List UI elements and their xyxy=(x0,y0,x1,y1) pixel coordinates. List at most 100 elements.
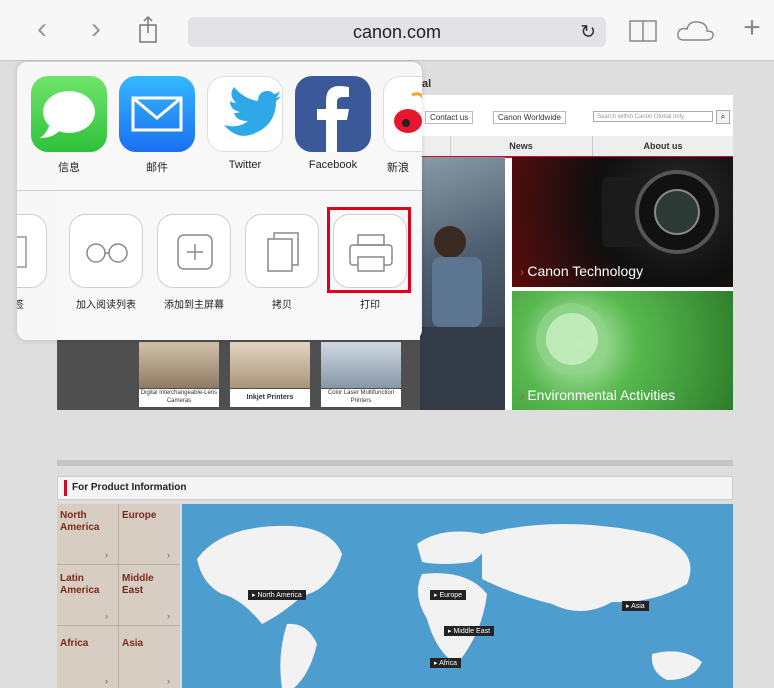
add-to-home-action[interactable] xyxy=(157,214,231,288)
laser-thumb-caption: Color Laser Multifunction Printers xyxy=(321,389,401,407)
region-label: Asia xyxy=(122,638,144,649)
twitter-app[interactable] xyxy=(207,76,283,152)
region-label: Latin America xyxy=(60,573,100,596)
reading-list-icon xyxy=(86,243,128,263)
weibo-label: 新浪 xyxy=(387,162,409,174)
messages-app[interactable] xyxy=(31,76,107,152)
inkjet-thumb[interactable] xyxy=(230,342,310,388)
menu-news[interactable]: News xyxy=(450,136,591,156)
sheet-divider xyxy=(17,190,422,191)
region-list: North America › Europe › Latin America ›… xyxy=(57,504,180,688)
share-button[interactable] xyxy=(138,14,158,44)
technology-label: › Canon Technology xyxy=(520,263,643,281)
region-label: Europe xyxy=(122,510,157,521)
camera-image xyxy=(602,170,719,254)
weibo-app[interactable] xyxy=(383,76,422,152)
twitter-label: Twitter xyxy=(228,159,262,171)
chevron-right-icon: › xyxy=(105,676,108,686)
address-bar[interactable]: canon.com ↻ xyxy=(188,17,606,47)
site-title-fragment: al xyxy=(422,78,432,90)
map-label-text: Middle East xyxy=(453,628,491,635)
mail-app[interactable] xyxy=(119,76,195,152)
map-label-text: Asia xyxy=(631,603,645,610)
chevron-right-icon: › xyxy=(105,611,108,621)
reading-list-action[interactable] xyxy=(69,214,143,288)
add-to-home-label: 添加到主屏幕 xyxy=(164,300,224,311)
new-tab-button[interactable]: + xyxy=(740,13,764,44)
map-label-africa[interactable]: ▸ Africa xyxy=(430,658,461,668)
camera-thumb[interactable] xyxy=(139,342,219,388)
mail-label: 邮件 xyxy=(146,162,168,174)
map-label-europe[interactable]: ▸ Europe xyxy=(430,590,467,600)
inkjet-thumb-caption: Inkjet Printers xyxy=(230,389,310,407)
share-icon xyxy=(139,15,157,43)
map-label-middle-east[interactable]: ▸ Middle East xyxy=(444,626,495,636)
map-label-asia[interactable]: ▸ Asia xyxy=(622,601,649,611)
camera-thumb-caption: Digital Interchangeable-Lens Cameras xyxy=(139,389,219,407)
map-label-north-america[interactable]: ▸ North America xyxy=(248,590,306,600)
map-label-text: Europe xyxy=(439,592,463,599)
region-africa[interactable]: Africa › xyxy=(57,626,119,688)
mail-icon xyxy=(131,96,183,132)
chevron-right-icon: › xyxy=(167,676,170,686)
share-sheet: 信息 邮件 Twitter Facebook 新浪 签 加入阅读列表 添加到主屏… xyxy=(17,62,422,340)
copy-icon xyxy=(267,232,299,272)
globe-leaf-image xyxy=(536,303,608,375)
header-accent-bar xyxy=(64,480,67,496)
bookmark-action[interactable] xyxy=(17,214,47,288)
map-label-text: Africa xyxy=(439,660,457,667)
region-label: North America xyxy=(60,510,100,533)
chevron-right-icon: › xyxy=(167,611,170,621)
chevron-right-icon: › xyxy=(105,550,108,560)
cloud-icon xyxy=(677,21,714,41)
forward-button[interactable]: › xyxy=(82,14,110,45)
worldwide-link[interactable]: Canon Worldwide xyxy=(493,111,566,124)
chevron-right-icon: › xyxy=(167,550,170,560)
facebook-label: Facebook xyxy=(308,159,358,171)
region-europe[interactable]: Europe › xyxy=(119,504,180,565)
product-info-title: For Product Information xyxy=(72,482,187,493)
bookmarks-button[interactable] xyxy=(628,18,658,44)
site-menu: News About us xyxy=(420,136,733,158)
add-to-home-icon xyxy=(177,234,213,270)
hero-photo[interactable] xyxy=(420,157,505,410)
environmental-activities-tile[interactable]: › Environmental Activities xyxy=(512,291,733,410)
facebook-icon xyxy=(317,86,349,152)
messages-icon xyxy=(39,91,95,138)
reload-icon[interactable]: ↻ xyxy=(580,21,596,44)
contact-link[interactable]: Contact us xyxy=(425,111,474,124)
weibo-icon xyxy=(394,92,422,133)
person-photo xyxy=(420,226,505,410)
copy-action[interactable] xyxy=(245,214,319,288)
world-map[interactable]: ▸ North America ▸ Europe ▸ Middle East ▸… xyxy=(182,504,733,688)
environment-label: › Environmental Activities xyxy=(520,387,675,405)
laser-thumb[interactable] xyxy=(321,342,401,388)
cloud-tabs-button[interactable] xyxy=(676,18,716,44)
browser-toolbar: ‹ › canon.com ↻ + xyxy=(0,0,774,61)
region-label: Middle East xyxy=(122,573,154,596)
technology-text: Canon Technology xyxy=(527,263,644,279)
region-latin-america[interactable]: Latin America › xyxy=(57,565,119,626)
section-divider xyxy=(57,460,733,466)
messages-label: 信息 xyxy=(58,162,80,174)
canon-technology-tile[interactable]: › Canon Technology xyxy=(512,157,733,287)
print-highlight-box xyxy=(327,207,411,293)
map-label-text: North America xyxy=(257,592,302,599)
print-label: 打印 xyxy=(360,300,380,311)
bookmark-icon xyxy=(17,236,27,268)
facebook-app[interactable] xyxy=(295,76,371,152)
bookmark-label: 签 xyxy=(17,300,24,311)
reading-list-label: 加入阅读列表 xyxy=(76,300,136,311)
search-icon[interactable]: ⌕ xyxy=(716,110,730,124)
book-icon xyxy=(629,20,657,42)
environment-text: Environmental Activities xyxy=(527,387,676,403)
region-label: Africa xyxy=(60,638,89,649)
region-north-america[interactable]: North America › xyxy=(57,504,119,565)
region-middle-east[interactable]: Middle East › xyxy=(119,565,180,626)
address-text: canon.com xyxy=(352,22,442,42)
region-asia[interactable]: Asia › xyxy=(119,626,180,688)
site-search-input[interactable]: Search within Canon Global only xyxy=(593,111,713,122)
product-info-header: For Product Information xyxy=(57,476,733,500)
back-button[interactable]: ‹ xyxy=(28,14,56,45)
menu-about[interactable]: About us xyxy=(592,136,733,156)
